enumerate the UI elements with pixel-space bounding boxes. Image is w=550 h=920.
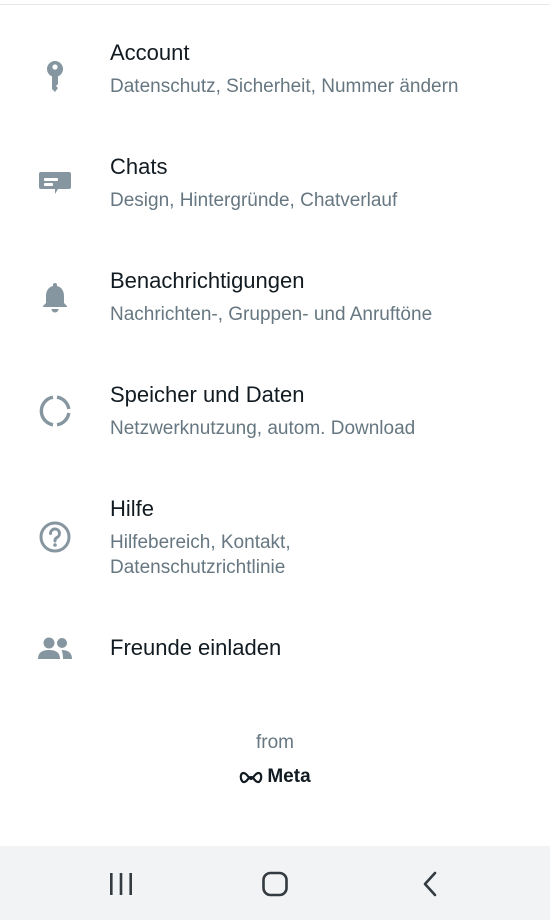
settings-item-subtitle: Netzwerknutzung, autom. Download xyxy=(110,418,416,439)
meta-infinity-icon xyxy=(240,771,263,784)
bell-icon xyxy=(36,278,74,316)
settings-item-title: Hilfe xyxy=(110,496,155,521)
help-icon xyxy=(36,518,74,556)
settings-item-title: Speicher und Daten xyxy=(110,382,305,407)
meta-brand-text: Meta xyxy=(267,766,311,787)
footer-from-label: from xyxy=(256,732,294,753)
settings-item-title: Freunde einladen xyxy=(110,635,282,660)
key-icon xyxy=(36,58,74,96)
home-icon[interactable] xyxy=(255,864,295,904)
settings-item-notifications[interactable]: Benachrichtigungen Nachrichten-, Gruppen… xyxy=(0,256,550,346)
settings-item-title: Benachrichtigungen xyxy=(110,268,305,293)
settings-item-subtitle: Hilfebereich, Kontakt, Datenschutzrichtl… xyxy=(110,532,291,578)
recents-icon[interactable] xyxy=(101,864,141,904)
settings-screen: Account Datenschutz, Sicherheit, Nummer … xyxy=(0,0,550,920)
settings-item-title: Account xyxy=(110,40,190,65)
back-icon[interactable] xyxy=(410,864,450,904)
settings-item-account[interactable]: Account Datenschutz, Sicherheit, Nummer … xyxy=(0,28,550,118)
settings-item-title: Chats xyxy=(110,154,168,179)
settings-item-chats[interactable]: Chats Design, Hintergründe, Chatverlauf xyxy=(0,142,550,232)
settings-item-storage[interactable]: Speicher und Daten Netzwerknutzung, auto… xyxy=(0,370,550,460)
settings-item-invite[interactable]: Freunde einladen xyxy=(0,618,550,680)
top-divider xyxy=(0,4,550,5)
chat-icon xyxy=(36,164,74,202)
people-icon xyxy=(36,629,74,667)
settings-item-subtitle: Datenschutz, Sicherheit, Nummer ändern xyxy=(110,76,459,97)
data-usage-icon xyxy=(36,392,74,430)
meta-logo: Meta xyxy=(0,764,550,790)
settings-item-help[interactable]: Hilfe Hilfebereich, Kontakt, Datenschutz… xyxy=(0,484,550,594)
settings-item-subtitle: Nachrichten-, Gruppen- und Anruftöne xyxy=(110,304,433,325)
system-nav-bar xyxy=(0,846,550,920)
settings-item-subtitle: Design, Hintergründe, Chatverlauf xyxy=(110,190,398,211)
